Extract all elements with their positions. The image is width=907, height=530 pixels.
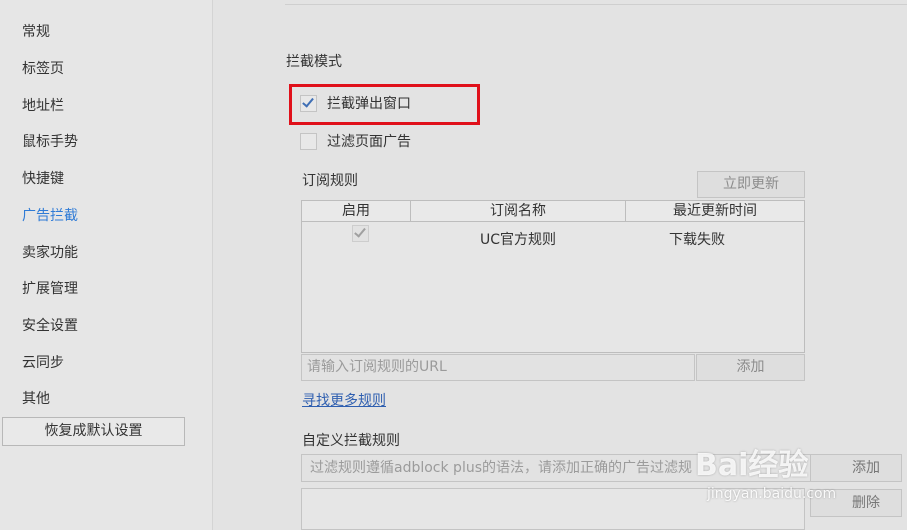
row-name: UC官方规则 bbox=[480, 232, 557, 248]
column-enabled[interactable]: 启用 bbox=[302, 201, 410, 221]
column-updated[interactable]: 最近更新时间 bbox=[626, 201, 804, 221]
row-enabled-checkbox[interactable] bbox=[352, 225, 369, 242]
checkmark-icon bbox=[302, 94, 314, 108]
sidebar-item-other[interactable]: 其他 bbox=[22, 389, 50, 409]
filter-ads-label: 过滤页面广告 bbox=[327, 134, 411, 150]
filter-ads-checkbox[interactable] bbox=[300, 132, 317, 150]
delete-custom-rule-button[interactable]: 删除 bbox=[810, 489, 902, 517]
sidebar-item-security[interactable]: 安全设置 bbox=[22, 316, 78, 336]
table-header: 启用 订阅名称 最近更新时间 bbox=[302, 201, 804, 222]
subscriptions-title: 订阅规则 bbox=[302, 173, 358, 189]
block-mode-title: 拦截模式 bbox=[286, 54, 342, 70]
find-more-rules-link[interactable]: 寻找更多规则 bbox=[302, 390, 386, 410]
block-popups-row[interactable]: 拦截弹出窗口 bbox=[300, 93, 411, 113]
row-updated: 下载失败 bbox=[669, 232, 725, 248]
custom-rules-list[interactable] bbox=[301, 488, 805, 530]
filter-ads-row[interactable]: 过滤页面广告 bbox=[300, 131, 411, 151]
sidebar-item-shortcuts[interactable]: 快捷键 bbox=[22, 169, 64, 189]
checkmark-icon bbox=[354, 225, 366, 238]
custom-rules-title: 自定义拦截规则 bbox=[302, 433, 400, 449]
sidebar-divider bbox=[212, 0, 213, 530]
sidebar-item-mouse-gestures[interactable]: 鼠标手势 bbox=[22, 132, 78, 152]
sidebar-item-ad-block[interactable]: 广告拦截 bbox=[22, 206, 78, 226]
block-popups-label: 拦截弹出窗口 bbox=[327, 96, 411, 112]
add-subscription-button[interactable]: 添加 bbox=[696, 354, 805, 381]
sidebar-item-cloud-sync[interactable]: 云同步 bbox=[22, 353, 64, 373]
sidebar-item-tabs[interactable]: 标签页 bbox=[22, 59, 64, 79]
sidebar-item-address-bar[interactable]: 地址栏 bbox=[22, 96, 64, 116]
sidebar-item-extensions[interactable]: 扩展管理 bbox=[22, 279, 78, 299]
sidebar-item-seller[interactable]: 卖家功能 bbox=[22, 243, 78, 263]
sidebar-item-general[interactable]: 常规 bbox=[22, 22, 50, 42]
subscription-url-input[interactable]: 请输入订阅规则的URL bbox=[301, 354, 695, 381]
subscriptions-table: 启用 订阅名称 最近更新时间 UC官方规则 下载失败 bbox=[301, 200, 805, 353]
restore-defaults-button[interactable]: 恢复成默认设置 bbox=[2, 417, 185, 446]
settings-sidebar: 常规 标签页 地址栏 鼠标手势 快捷键 广告拦截 卖家功能 扩展管理 安全设置 … bbox=[0, 0, 212, 530]
top-divider bbox=[285, 4, 907, 5]
update-now-button[interactable]: 立即更新 bbox=[697, 171, 805, 198]
add-custom-rule-button[interactable]: 添加 bbox=[810, 454, 902, 482]
column-name[interactable]: 订阅名称 bbox=[411, 201, 625, 221]
block-popups-checkbox[interactable] bbox=[300, 94, 317, 112]
custom-rule-input[interactable]: 过滤规则遵循adblock plus的语法，请添加正确的广告过滤规 bbox=[301, 454, 829, 482]
